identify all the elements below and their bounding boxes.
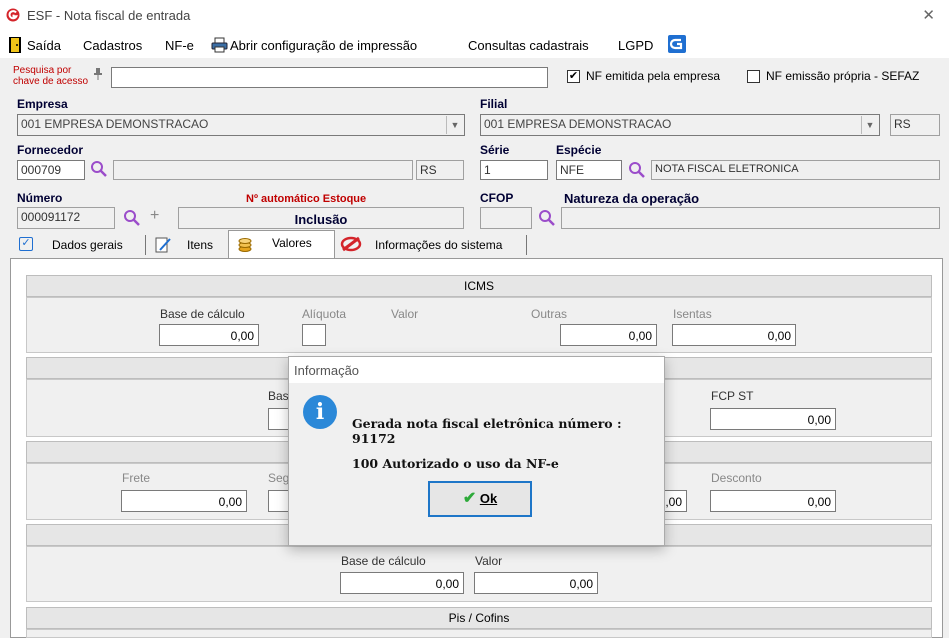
cfop-search-icon[interactable] bbox=[538, 209, 556, 227]
ipi-base-label: Base de cálculo bbox=[341, 554, 426, 568]
ok-label: Ok bbox=[479, 491, 498, 506]
close-icon[interactable]: ✕ bbox=[922, 6, 935, 24]
desconto-label: Desconto bbox=[711, 471, 762, 485]
auto-estoque-label: Nº automático Estoque bbox=[246, 193, 367, 205]
tab-valores[interactable]: Valores bbox=[272, 230, 312, 256]
info-dialog: Informação i Gerada nota fiscal eletrôni… bbox=[288, 356, 665, 546]
especie-label: Espécie bbox=[556, 143, 602, 157]
ok-button[interactable]: ✔ Ok bbox=[428, 481, 532, 517]
filial-dropdown-arrow-icon[interactable]: ▼ bbox=[861, 116, 878, 134]
info-icon: i bbox=[303, 395, 337, 429]
nf-emissao-propria-checkbox[interactable] bbox=[747, 70, 760, 83]
fornecedor-code-input[interactable]: 000709 bbox=[17, 160, 85, 180]
icms-aliquota-input[interactable] bbox=[302, 324, 326, 346]
dialog-title: Informação bbox=[289, 357, 664, 383]
numero-label: Número bbox=[17, 191, 63, 205]
dialog-message-line2: 100 Autorizado o uso da NF-e bbox=[352, 456, 559, 471]
ipi-base-input[interactable]: 0,00 bbox=[340, 572, 464, 594]
auto-estoque-mode: Inclusão bbox=[178, 207, 464, 229]
check-icon: ✔ bbox=[462, 490, 477, 507]
icms-valor-label: Valor bbox=[391, 307, 419, 321]
especie-desc-field: NOTA FISCAL ELETRONICA bbox=[651, 160, 940, 180]
printer-icon bbox=[211, 37, 228, 53]
icms-aliquota-label: Alíquota bbox=[302, 307, 347, 321]
app-logo-icon bbox=[6, 8, 20, 22]
nf-emitida-checkbox[interactable]: ✔ bbox=[567, 70, 580, 83]
seguro-label: Seg bbox=[268, 471, 290, 485]
window-title: ESF - Nota fiscal de entrada bbox=[27, 8, 191, 23]
tab-divider bbox=[145, 235, 146, 255]
add-icon[interactable]: + bbox=[150, 207, 159, 225]
filial-uf-field: RS bbox=[890, 114, 940, 136]
menu-abrir-config-impressao[interactable]: Abrir configuração de impressão bbox=[230, 38, 417, 53]
ipi-valor-input[interactable]: 0,00 bbox=[474, 572, 598, 594]
icms-section-header: ICMS bbox=[26, 275, 932, 297]
serie-input[interactable]: 1 bbox=[480, 160, 548, 180]
especie-search-icon[interactable] bbox=[628, 161, 646, 179]
frete-label: Frete bbox=[122, 471, 151, 485]
menu-nfe[interactable]: NF-e bbox=[165, 38, 194, 53]
frete-input[interactable]: 0,00 bbox=[121, 490, 247, 512]
dados-gerais-check-icon: ✓ bbox=[19, 237, 33, 251]
fornecedor-name-field bbox=[113, 160, 413, 180]
natureza-field bbox=[561, 207, 940, 229]
itens-edit-icon bbox=[155, 237, 171, 253]
pis-cofins-section-header: Pis / Cofins bbox=[26, 607, 932, 629]
pin-icon bbox=[94, 68, 102, 80]
menu-saida[interactable]: Saída bbox=[27, 38, 61, 53]
desconto-input[interactable]: 0,00 bbox=[710, 490, 836, 512]
tab-dados-gerais[interactable]: Dados gerais bbox=[52, 232, 123, 258]
fornecedor-uf-field: RS bbox=[416, 160, 464, 180]
search-label: Pesquisa por chave de acesso bbox=[13, 65, 89, 87]
icms-base-input[interactable]: 0,00 bbox=[159, 324, 259, 346]
numero-search-icon[interactable] bbox=[123, 209, 141, 227]
dialog-message-line1: Gerada nota fiscal eletrônica número : 9… bbox=[352, 416, 622, 446]
lgpd-logo-icon[interactable] bbox=[668, 35, 686, 53]
cfop-label: CFOP bbox=[480, 191, 514, 205]
fornecedor-label: Fornecedor bbox=[17, 143, 84, 157]
menu-lgpd[interactable]: LGPD bbox=[618, 38, 653, 53]
icms-outras-label: Outras bbox=[531, 307, 568, 321]
fcp-st-input[interactable]: 0,00 bbox=[710, 408, 836, 430]
tab-informacoes-sistema[interactable]: Informações do sistema bbox=[375, 232, 502, 258]
ipi-valor-label: Valor bbox=[475, 554, 503, 568]
menu-consultas-cadastrais[interactable]: Consultas cadastrais bbox=[468, 38, 589, 53]
natureza-label: Natureza da operação bbox=[564, 191, 700, 206]
cfop-input[interactable] bbox=[480, 207, 532, 229]
exit-door-icon bbox=[9, 37, 21, 53]
info-system-icon bbox=[340, 236, 362, 252]
numero-input[interactable]: 000091172 bbox=[17, 207, 115, 229]
fornecedor-search-icon[interactable] bbox=[90, 160, 108, 178]
filial-label: Filial bbox=[480, 97, 508, 111]
icms-isentas-label: Isentas bbox=[673, 307, 712, 321]
tab-itens[interactable]: Itens bbox=[187, 232, 213, 258]
icms-outras-input[interactable]: 0,00 bbox=[560, 324, 657, 346]
menu-cadastros[interactable]: Cadastros bbox=[83, 38, 142, 53]
icms-base-label: Base de cálculo bbox=[160, 307, 245, 321]
access-key-search-input[interactable] bbox=[111, 67, 548, 88]
nf-emitida-label: NF emitida pela empresa bbox=[586, 69, 721, 83]
icms-isentas-input[interactable]: 0,00 bbox=[672, 324, 796, 346]
nf-emissao-propria-label: NF emissão própria - SEFAZ bbox=[766, 69, 920, 83]
serie-label: Série bbox=[480, 143, 510, 157]
empresa-label: Empresa bbox=[17, 97, 68, 111]
coins-icon bbox=[238, 238, 252, 252]
pis-cofins-section-body bbox=[26, 629, 932, 638]
empresa-dropdown-arrow-icon[interactable]: ▼ bbox=[446, 116, 463, 134]
tab-divider bbox=[526, 235, 527, 255]
empresa-select[interactable]: 001 EMPRESA DEMONSTRACAO bbox=[17, 114, 465, 136]
fcp-st-label: FCP ST bbox=[711, 389, 754, 403]
especie-code-input[interactable]: NFE bbox=[556, 160, 622, 180]
filial-select[interactable]: 001 EMPRESA DEMONSTRACAO bbox=[480, 114, 880, 136]
st-base-label: Bas bbox=[268, 389, 289, 403]
